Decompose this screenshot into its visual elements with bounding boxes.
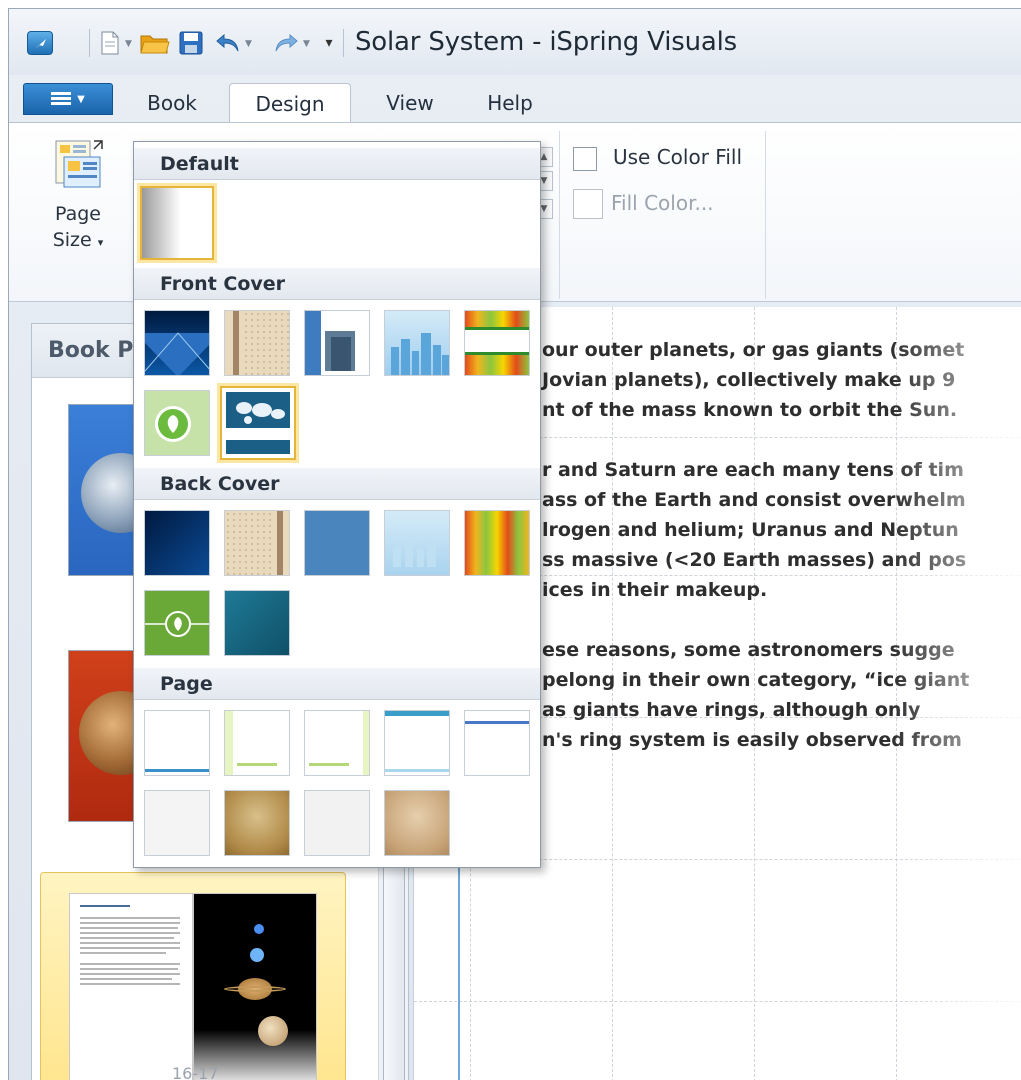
- page-style-tile[interactable]: [304, 710, 370, 776]
- page-style-tile[interactable]: [144, 710, 210, 776]
- title-bar: ▼ ▼ ▼ ▾ Solar System - iSpring Visuals: [9, 9, 1021, 75]
- save-icon[interactable]: [177, 29, 205, 57]
- use-color-fill-checkbox[interactable]: [573, 147, 597, 171]
- ribbon-group-separator: [559, 131, 560, 299]
- earth-image: [81, 453, 133, 533]
- saturn-ring: [224, 986, 286, 992]
- back-cover-tile[interactable]: [144, 590, 210, 656]
- undo-icon[interactable]: [213, 29, 243, 57]
- page-size-button[interactable]: Page Size ▾: [33, 137, 123, 256]
- tab-help[interactable]: Help: [465, 83, 555, 123]
- page-thumbnail[interactable]: [68, 404, 134, 576]
- page-style-gallery: Default Front Cover Back Cover Page: [133, 141, 541, 868]
- section-page: Page: [134, 668, 540, 700]
- thumbnail-right-page: [193, 893, 317, 1080]
- jupiter-image: [258, 1016, 288, 1046]
- redo-icon[interactable]: [271, 29, 301, 57]
- app-icon[interactable]: [27, 31, 53, 55]
- page-size-icon: [55, 140, 103, 188]
- page-style-tile[interactable]: [144, 790, 210, 856]
- page-number-label: 16-17: [172, 1064, 219, 1080]
- back-cover-tile[interactable]: [384, 510, 450, 576]
- back-cover-tile[interactable]: [464, 510, 530, 576]
- front-cover-tile-selected[interactable]: [220, 386, 296, 460]
- page-style-tile[interactable]: [384, 710, 450, 776]
- use-color-fill-label: Use Color Fill: [613, 145, 743, 169]
- front-cover-tile[interactable]: [144, 390, 210, 456]
- back-cover-tile[interactable]: [304, 510, 370, 576]
- toolbar-separator: [89, 29, 90, 57]
- scrollbar-thumb[interactable]: [383, 848, 405, 1080]
- section-back-cover: Back Cover: [134, 468, 540, 500]
- ribbon-tab-row: ▼ Book Design View Help: [9, 75, 1021, 123]
- section-default: Default: [134, 148, 540, 180]
- chevron-down-icon: ▼: [77, 93, 85, 105]
- customize-arrow-icon[interactable]: ▾: [321, 29, 337, 57]
- page-size-label: Page: [55, 203, 101, 225]
- front-cover-tile[interactable]: [224, 310, 290, 376]
- front-cover-tile[interactable]: [384, 310, 450, 376]
- thumbnail-left-page: [69, 893, 193, 1080]
- menu-icon: [51, 92, 72, 105]
- app-window: ▼ ▼ ▼ ▾ Solar System - iSpring Visuals ▼…: [8, 8, 1021, 1080]
- section-front-cover: Front Cover: [134, 268, 540, 300]
- page-style-tile[interactable]: [384, 790, 450, 856]
- new-document-icon[interactable]: [97, 29, 123, 57]
- neptune-image: [254, 924, 264, 934]
- window-title: Solar System - iSpring Visuals: [355, 27, 737, 57]
- mars-image: [79, 691, 133, 775]
- open-folder-icon[interactable]: [139, 29, 171, 57]
- uranus-image: [250, 948, 264, 962]
- tab-view[interactable]: View: [365, 83, 455, 123]
- back-cover-tile[interactable]: [144, 510, 210, 576]
- chevron-down-icon: ▾: [97, 236, 104, 249]
- ribbon-group-separator: [765, 131, 766, 299]
- chevron-down-icon[interactable]: ▼: [125, 39, 132, 49]
- page-style-tile[interactable]: [224, 710, 290, 776]
- fill-color-swatch[interactable]: [573, 189, 603, 219]
- tab-design[interactable]: Design: [229, 83, 351, 123]
- toolbar-separator: [343, 29, 344, 57]
- chevron-down-icon[interactable]: ▼: [245, 39, 252, 49]
- page-style-tile[interactable]: [304, 790, 370, 856]
- fill-color-button[interactable]: Fill Color...: [611, 191, 714, 215]
- front-cover-tile[interactable]: [464, 310, 530, 376]
- text-fade-overlay: [892, 307, 1021, 1080]
- default-style-tile[interactable]: [140, 186, 214, 260]
- back-cover-tile[interactable]: [224, 590, 290, 656]
- front-cover-tile[interactable]: [304, 310, 370, 376]
- tab-book[interactable]: Book: [127, 83, 217, 123]
- front-cover-tile[interactable]: [144, 310, 210, 376]
- chevron-down-icon[interactable]: ▼: [303, 39, 310, 49]
- page-thumbnail[interactable]: [68, 650, 134, 822]
- back-cover-tile[interactable]: [224, 510, 290, 576]
- selected-page-thumbnail[interactable]: [40, 872, 346, 1080]
- file-menu-button[interactable]: ▼: [23, 83, 113, 115]
- page-style-tile[interactable]: [464, 710, 530, 776]
- page-size-label-2: Size: [52, 229, 92, 251]
- page-style-tile[interactable]: [224, 790, 290, 856]
